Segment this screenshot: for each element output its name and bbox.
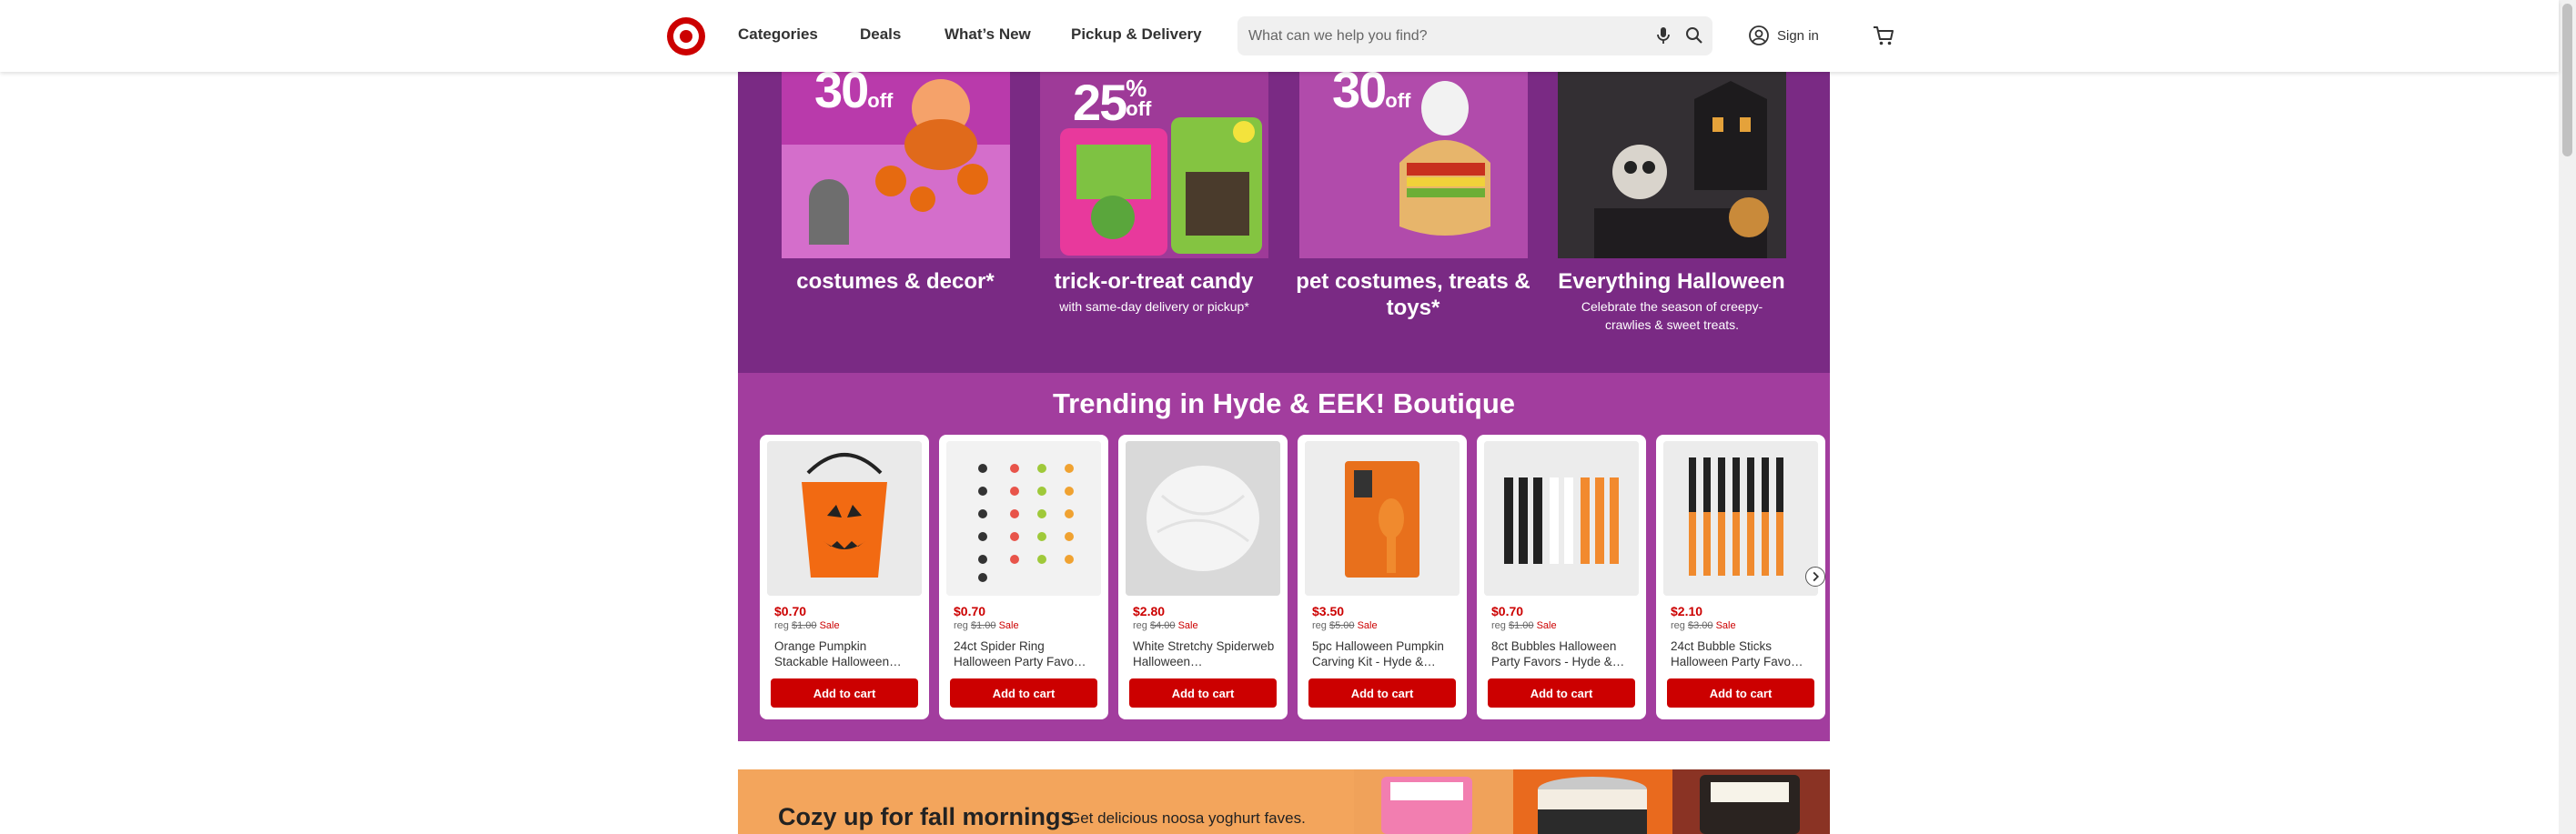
sale-price: $3.50 [1312, 604, 1345, 618]
tile-title: costumes & decor* [796, 269, 995, 294]
product-name[interactable]: 8ct Bubbles Halloween Party Favors - Hyd… [1491, 638, 1637, 669]
sale-price: $2.10 [1671, 604, 1703, 618]
scrollbar-thumb[interactable] [2562, 4, 2572, 156]
search-bar [1237, 16, 1712, 55]
product-image[interactable] [767, 441, 922, 596]
add-to-cart-button[interactable]: Add to cart [1667, 678, 1814, 708]
noosa-yoghurt-image [1354, 769, 1513, 834]
page: Categories Deals What’s New Pickup & Del… [0, 0, 2576, 834]
discount-badge: 30off [1332, 61, 1411, 118]
add-to-cart-button[interactable]: Add to cart [1488, 678, 1635, 708]
product-image[interactable] [1126, 441, 1280, 596]
regular-price: reg $1.00 Sale [1491, 620, 1557, 631]
trending-section: Trending in Hyde & EEK! Boutique $0.70 r… [738, 373, 1830, 741]
product-name[interactable]: White Stretchy Spiderweb Halloween… [1133, 638, 1278, 669]
microphone-icon[interactable] [1652, 25, 1674, 46]
add-to-cart-button[interactable]: Add to cart [950, 678, 1097, 708]
tile-subtitle: with same-day delivery or pickup* [1059, 299, 1249, 314]
signin-button[interactable]: Sign in [1748, 24, 1819, 47]
page-scrollbar[interactable] [2559, 0, 2576, 834]
halloween-hero: 30off costumes & decor* 25 % off trick-o… [738, 65, 1830, 373]
product-card[interactable]: $2.10 reg $3.00 Sale 24ct Bubble Sticks … [1656, 435, 1825, 719]
tile-title: Everything Halloween [1558, 269, 1785, 294]
product-name[interactable]: 24ct Bubble Sticks Halloween Party Favo… [1671, 638, 1816, 669]
account-icon [1749, 25, 1769, 45]
product-image[interactable] [1663, 441, 1818, 596]
noosa-blended-image [1672, 769, 1830, 834]
noosa-promo-banner[interactable]: Cozy up for fall mornings Get delicious … [738, 769, 1830, 834]
sale-price: $0.70 [1491, 604, 1524, 618]
tile-title: trick-or-treat candy [1054, 269, 1254, 294]
product-card[interactable]: $0.70 reg $1.00 Sale 8ct Bubbles Hallowe… [1477, 435, 1646, 719]
trending-title: Trending in Hyde & EEK! Boutique [1052, 387, 1516, 419]
regular-price: reg $4.00 Sale [1133, 620, 1198, 631]
promo-title: Cozy up for fall mornings [778, 803, 1075, 830]
tile-title: pet costumes, treats & toys* [1296, 269, 1530, 320]
regular-price: reg $1.00 Sale [954, 620, 1019, 631]
target-logo-icon[interactable] [666, 16, 706, 56]
top-header: Categories Deals What’s New Pickup & Del… [0, 0, 2559, 72]
add-to-cart-button[interactable]: Add to cart [1129, 678, 1277, 708]
sale-price: $0.70 [774, 604, 807, 618]
tile-subtitle: Celebrate the season of creepy-crawlies … [1581, 299, 1763, 332]
search-icon[interactable] [1684, 25, 1704, 45]
discount-badge: 25 % off [1073, 74, 1152, 131]
regular-price: reg $3.00 Sale [1671, 620, 1736, 631]
product-card[interactable]: $0.70 reg $1.00 Sale Orange Pumpkin Stac… [760, 435, 929, 719]
add-to-cart-button[interactable]: Add to cart [1308, 678, 1456, 708]
add-to-cart-button[interactable]: Add to cart [771, 678, 918, 708]
product-name[interactable]: 5pc Halloween Pumpkin Carving Kit - Hyde… [1312, 638, 1458, 669]
product-image[interactable] [946, 441, 1101, 596]
product-card[interactable]: $2.80 reg $4.00 Sale White Stretchy Spid… [1118, 435, 1288, 719]
nav-whats-new[interactable]: What’s New [945, 25, 1031, 44]
discount-badge: 30off [814, 61, 894, 118]
product-image[interactable] [1484, 441, 1639, 596]
product-name[interactable]: Orange Pumpkin Stackable Halloween… [774, 638, 920, 669]
nav-pickup-delivery[interactable]: Pickup & Delivery [1071, 25, 1202, 44]
nav-categories[interactable]: Categories [738, 25, 818, 44]
sale-price: $2.80 [1133, 604, 1166, 618]
nav-deals[interactable]: Deals [860, 25, 901, 44]
halloween-decor-image [1558, 72, 1786, 258]
carousel-next-icon[interactable] [1805, 567, 1825, 587]
product-image[interactable] [1305, 441, 1460, 596]
promo-subtitle: Get delicious noosa yoghurt faves. [1068, 809, 1306, 827]
search-input[interactable] [1248, 16, 1649, 55]
cart-icon[interactable] [1872, 25, 1895, 46]
noosa-tub-image [1513, 769, 1672, 834]
regular-price: reg $1.00 Sale [774, 620, 840, 631]
product-name[interactable]: 24ct Spider Ring Halloween Party Favo… [954, 638, 1099, 669]
sale-price: $0.70 [954, 604, 986, 618]
regular-price: reg $5.00 Sale [1312, 620, 1378, 631]
signin-label: Sign in [1777, 27, 1819, 44]
product-card[interactable]: $0.70 reg $1.00 Sale 24ct Spider Ring Ha… [939, 435, 1108, 719]
product-card[interactable]: $3.50 reg $5.00 Sale 5pc Halloween Pumpk… [1298, 435, 1467, 719]
